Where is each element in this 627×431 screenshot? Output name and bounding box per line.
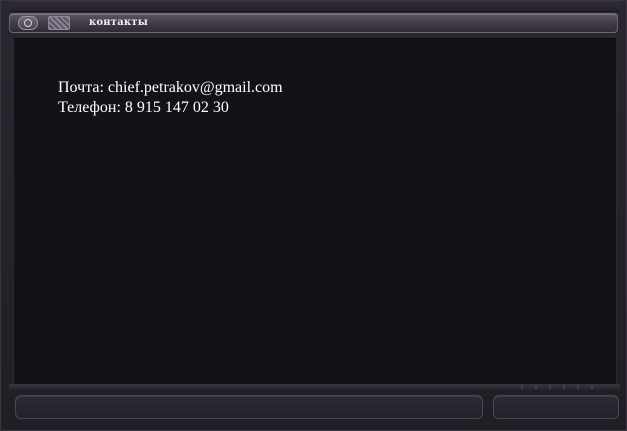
title-bar[interactable]: контакты [9, 13, 618, 33]
app-window: контакты Почта: chief.petrakov@gmail.com… [0, 0, 627, 431]
menu-dot [24, 19, 32, 27]
status-bar-left [15, 395, 483, 419]
window-title: контакты [89, 17, 148, 28]
email-text: Почта: chief.petrakov@gmail.com [58, 79, 283, 96]
status-bar-right [493, 395, 619, 419]
phone-text: Телефон: 8 915 147 02 30 [58, 99, 229, 116]
image-icon[interactable] [48, 16, 70, 30]
circle-menu-icon[interactable] [18, 16, 38, 30]
window-frame-top [9, 1, 620, 12]
content-area: Почта: chief.petrakov@gmail.com Телефон:… [13, 38, 617, 384]
frame-decoration [521, 385, 601, 389]
